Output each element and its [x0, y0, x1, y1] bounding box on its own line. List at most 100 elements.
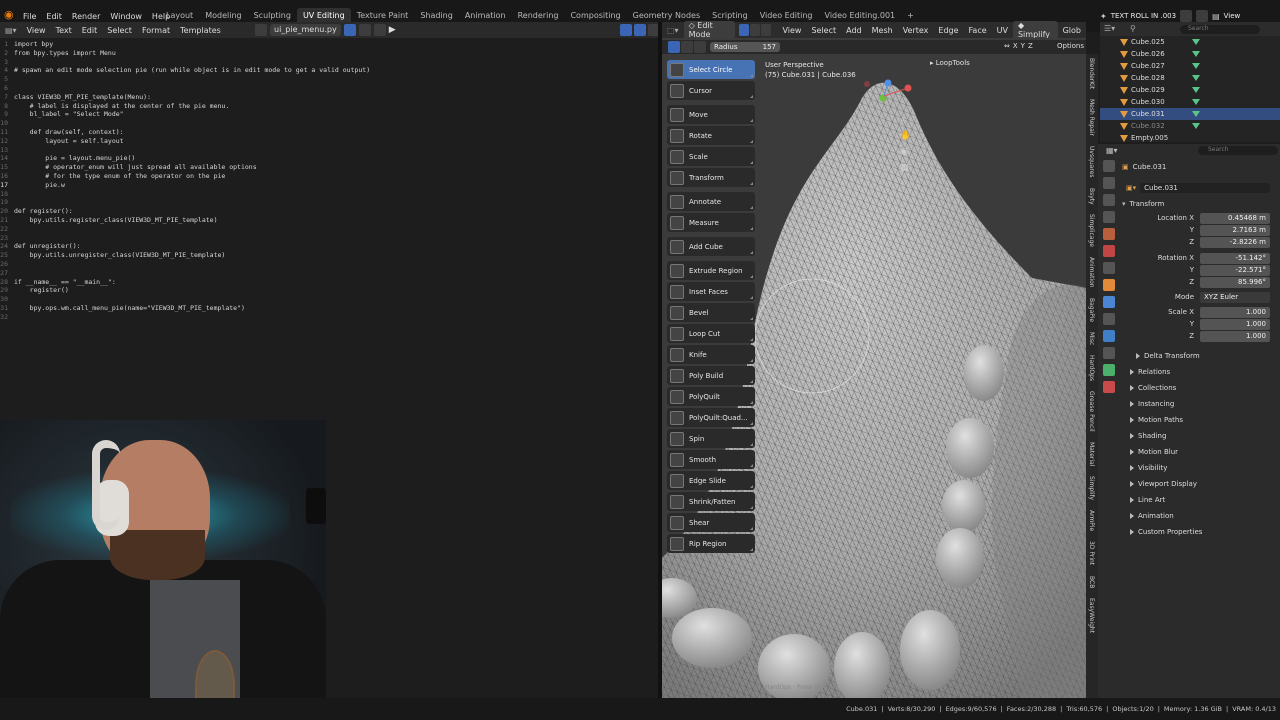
material-tab-icon[interactable] [1103, 381, 1115, 393]
menu-file[interactable]: File [18, 12, 41, 21]
collection-tab-icon[interactable] [1103, 262, 1115, 274]
axis-z-toggle[interactable]: Z [1028, 42, 1033, 50]
copy-scene-icon[interactable] [1180, 10, 1193, 22]
code-line[interactable]: 29 register() [0, 286, 658, 295]
vp-menu-add[interactable]: Add [841, 26, 867, 35]
menu-window[interactable]: Window [105, 12, 147, 21]
code-line[interactable]: 2 from bpy.types import Menu [0, 49, 658, 58]
unlink-text-icon[interactable] [373, 24, 386, 36]
scale-x-field[interactable]: 1.000 [1200, 306, 1270, 318]
code-line[interactable]: 17 pie.w [0, 181, 658, 190]
physics-tab-icon[interactable] [1103, 330, 1115, 342]
select-mode-new-icon[interactable] [668, 41, 680, 53]
outliner-item[interactable]: Cube.027 [1100, 60, 1280, 72]
code-line[interactable]: 12 layout = self.layout [0, 137, 658, 146]
vp-menu-uv[interactable]: UV [992, 26, 1013, 35]
rotation-y-field[interactable]: -22.571° [1200, 264, 1270, 276]
section-custom-properties[interactable]: Custom Properties [1120, 524, 1280, 540]
scene-name[interactable]: TEXT ROLL IN .003 [1111, 12, 1176, 20]
code-line[interactable]: 19 [0, 198, 658, 207]
outliner-item[interactable]: Cube.032 [1100, 120, 1280, 132]
tool-rotate[interactable]: Rotate [667, 126, 755, 145]
code-line[interactable]: 22 [0, 225, 658, 234]
new-text-icon[interactable] [358, 24, 371, 36]
outliner-item[interactable]: Cube.031 [1100, 108, 1280, 120]
object-name[interactable]: Cube.031 [1133, 163, 1167, 171]
sidebar-tab-bcb[interactable]: BCB [1088, 576, 1095, 588]
vp-menu-view[interactable]: View [777, 26, 806, 35]
word-wrap-icon[interactable] [634, 24, 646, 36]
code-line[interactable]: 11 def draw(self, context): [0, 128, 658, 137]
tool-loop-cut[interactable]: Loop Cut [667, 324, 755, 343]
rotation-z-field[interactable]: 85.996° [1200, 276, 1270, 288]
location-x-field[interactable]: 0.45468 m [1200, 212, 1270, 224]
location-z-field[interactable]: -2.8226 m [1200, 236, 1270, 248]
outliner-item[interactable]: Cube.030 [1100, 96, 1280, 108]
section-animation[interactable]: Animation [1120, 508, 1280, 524]
tool-cursor[interactable]: Cursor [667, 81, 755, 100]
line-numbers-icon[interactable] [620, 24, 632, 36]
sidebar-tab-bsyty[interactable]: Bsyty [1088, 188, 1095, 205]
tool-move[interactable]: Move [667, 105, 755, 124]
code-line[interactable]: 1 import bpy [0, 40, 658, 49]
options-dropdown[interactable]: Options [1057, 42, 1084, 50]
section-instancing[interactable]: Instancing [1120, 396, 1280, 412]
sidebar-tab-grease-pencil[interactable]: Grease Pencil [1088, 391, 1095, 432]
radius-field[interactable]: Radius 157 [710, 42, 780, 52]
text-filename[interactable]: ui_pie_menu.py [270, 24, 341, 36]
vp-menu-face[interactable]: Face [964, 26, 992, 35]
pan-hand-icon[interactable]: ✋ [900, 131, 911, 141]
sidebar-tab-animation[interactable]: Animation [1088, 257, 1095, 288]
outliner-item[interactable]: Cube.029 [1100, 84, 1280, 96]
code-line[interactable]: 27 [0, 269, 658, 278]
code-line[interactable]: 5 [0, 75, 658, 84]
axis-y-toggle[interactable]: Y [1021, 42, 1025, 50]
section-visibility[interactable]: Visibility [1120, 460, 1280, 476]
code-line[interactable]: 14 pie = layout.menu_pie() [0, 154, 658, 163]
te-menu-format[interactable]: Format [137, 26, 175, 35]
te-menu-view[interactable]: View [22, 26, 51, 35]
face-select-icon[interactable] [761, 24, 772, 36]
datablock-name[interactable]: Cube.031 [1140, 183, 1271, 193]
sidebar-tab-hardops[interactable]: HardOps [1088, 355, 1095, 381]
code-line[interactable]: 3 [0, 58, 658, 67]
section-shading[interactable]: Shading [1120, 428, 1280, 444]
transform-section[interactable]: ▾ Transform [1120, 196, 1280, 212]
tool-tab-icon[interactable] [1103, 160, 1115, 172]
sidebar-tab-blenderkit[interactable]: BlenderKit [1088, 58, 1095, 89]
editor-type-icon[interactable]: ▤▾ [0, 26, 22, 35]
tool-knife[interactable]: Knife [667, 345, 755, 364]
vp-menu-vertex[interactable]: Vertex [898, 26, 934, 35]
code-line[interactable]: 8 # label is displayed at the center of … [0, 102, 658, 111]
particles-tab-icon[interactable] [1103, 313, 1115, 325]
fake-user-icon[interactable] [343, 24, 356, 36]
outliner-search[interactable]: Search [1180, 25, 1260, 34]
scale-y-field[interactable]: 1.000 [1200, 318, 1270, 330]
section-relations[interactable]: Relations [1120, 364, 1280, 380]
code-line[interactable]: 15 # operator_enum will just spread all … [0, 163, 658, 172]
outliner-filter-icon[interactable]: ⚲ [1130, 24, 1136, 33]
outliner-item[interactable]: Empty.005 [1100, 132, 1280, 144]
tool-poly-build[interactable]: Poly Build [667, 366, 755, 385]
view-layer-tab-icon[interactable] [1103, 211, 1115, 223]
location-y-field[interactable]: 2.7163 m [1200, 224, 1270, 236]
tool-add-cube[interactable]: Add Cube [667, 237, 755, 256]
close-scene-icon[interactable] [1196, 10, 1209, 22]
sidebar-tab-misc[interactable]: Misc [1088, 332, 1095, 345]
tool-inset-faces[interactable]: Inset Faces [667, 282, 755, 301]
tool-shear[interactable]: Shear [667, 513, 755, 532]
outliner-editor-type-icon[interactable]: ☰▾ [1104, 24, 1115, 33]
rotation-x-field[interactable]: -51.142° [1200, 252, 1270, 264]
code-line[interactable]: 21 bpy.utils.register_class(VIEW3D_MT_PI… [0, 216, 658, 225]
sidebar-tab-mesh-repair[interactable]: Mesh Repair [1088, 99, 1095, 136]
blender-logo-icon[interactable]: ◉ [4, 8, 18, 22]
section-viewport-display[interactable]: Viewport Display [1120, 476, 1280, 492]
world-tab-icon[interactable] [1103, 245, 1115, 257]
edge-select-icon[interactable] [750, 24, 761, 36]
outliner-item[interactable]: Cube.026 [1100, 48, 1280, 60]
properties-search[interactable]: Search [1198, 146, 1278, 155]
tool-edge-slide[interactable]: Edge Slide [667, 471, 755, 490]
section-motion-blur[interactable]: Motion Blur [1120, 444, 1280, 460]
data-tab-icon[interactable] [1103, 364, 1115, 376]
grid-view-icon[interactable]: ▦ [900, 163, 911, 173]
